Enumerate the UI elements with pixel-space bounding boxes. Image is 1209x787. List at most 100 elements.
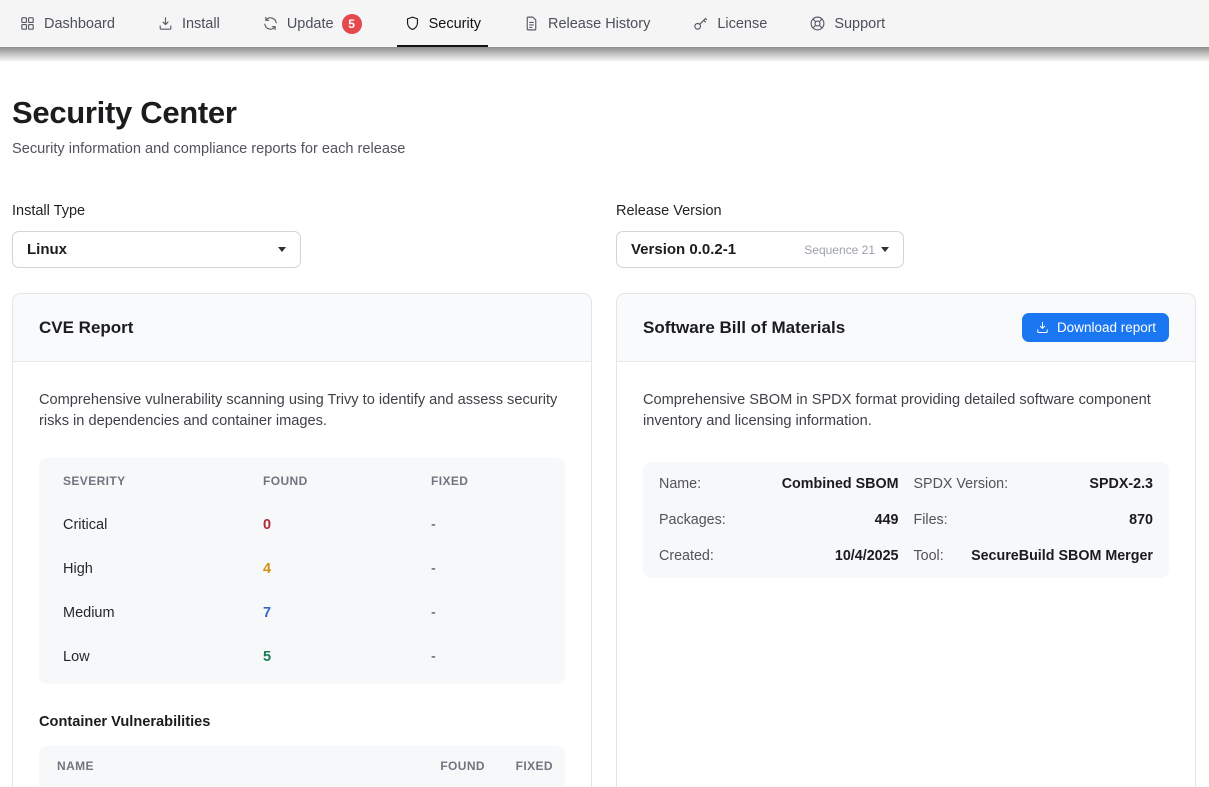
severity-label: Critical: [63, 517, 263, 533]
cve-description: Comprehensive vulnerability scanning usi…: [39, 390, 565, 432]
release-version-label: Release Version: [616, 203, 1196, 219]
sbom-description: Comprehensive SBOM in SPDX format provid…: [643, 390, 1169, 432]
page-subtitle: Security information and compliance repo…: [12, 141, 1196, 157]
severity-label: Low: [63, 649, 263, 665]
sequence-label: Sequence 21: [804, 243, 875, 257]
sbom-card-body: Comprehensive SBOM in SPDX format provid…: [617, 362, 1195, 604]
fixed-col-header: FIXED: [431, 474, 541, 488]
severity-table-header: SEVERITY FOUND FIXED: [63, 459, 541, 503]
chevron-down-icon: [881, 247, 889, 252]
chevron-down-icon: [278, 247, 286, 252]
fixed-count: -: [431, 605, 541, 621]
nav-item-support[interactable]: Support: [802, 0, 892, 47]
fixed-count: -: [431, 517, 541, 533]
severity-col-header: SEVERITY: [63, 474, 263, 488]
install-type-label: Install Type: [12, 203, 592, 219]
detail-label: Packages:: [659, 512, 726, 528]
sbom-detail: Created: 10/4/2025: [659, 538, 899, 574]
detail-value: 10/4/2025: [835, 548, 899, 564]
sbom-details-panel: Name: Combined SBOM SPDX Version: SPDX-2…: [643, 462, 1169, 578]
fixed-col-header: FIXED: [485, 759, 553, 773]
sbom-detail: SPDX Version: SPDX-2.3: [914, 466, 1154, 502]
release-version-dropdown[interactable]: Version 0.0.2-1 Sequence 21: [616, 231, 904, 268]
install-type-value: Linux: [27, 241, 67, 258]
table-row: Packages: 449 Files: 870: [659, 502, 1153, 538]
detail-label: Files:: [914, 512, 948, 528]
detail-value: 870: [1129, 512, 1153, 528]
shield-icon: [404, 15, 421, 32]
table-row: Low 5 -: [63, 635, 541, 679]
nav-label: Release History: [548, 16, 650, 32]
severity-label: High: [63, 561, 263, 577]
cve-card-body: Comprehensive vulnerability scanning usi…: [13, 362, 591, 787]
detail-value: SecureBuild SBOM Merger: [971, 548, 1153, 564]
sbom-detail: Name: Combined SBOM: [659, 466, 899, 502]
main-content: Security Center Security information and…: [0, 95, 1209, 787]
update-count-badge: 5: [342, 14, 362, 34]
install-type-dropdown[interactable]: Linux: [12, 231, 301, 268]
container-vulnerabilities-header: NAME FOUND FIXED: [39, 746, 565, 786]
found-count: 5: [263, 649, 431, 665]
container-vulnerabilities-title: Container Vulnerabilities: [39, 714, 565, 730]
release-version-value: Version 0.0.2-1: [631, 241, 736, 258]
cve-report-card: CVE Report Comprehensive vulnerability s…: [12, 293, 592, 787]
nav-item-install[interactable]: Install: [150, 0, 227, 47]
fixed-count: -: [431, 561, 541, 577]
dashboard-grid-icon: [19, 15, 36, 32]
nav-item-license[interactable]: License: [685, 0, 774, 47]
sbom-card-header: Software Bill of Materials Download repo…: [617, 294, 1195, 362]
detail-value: SPDX-2.3: [1089, 476, 1153, 492]
lifebuoy-icon: [809, 15, 826, 32]
cve-card-title: CVE Report: [39, 318, 133, 338]
detail-label: Tool:: [914, 548, 944, 564]
found-count: 0: [263, 517, 431, 533]
severity-label: Medium: [63, 605, 263, 621]
nav-item-security[interactable]: Security: [397, 0, 488, 47]
refresh-icon: [262, 15, 279, 32]
sbom-card-title: Software Bill of Materials: [643, 318, 845, 338]
table-row: Critical 0 -: [63, 503, 541, 547]
download-report-label: Download report: [1057, 320, 1156, 335]
found-count: 7: [263, 605, 431, 621]
severity-table: SEVERITY FOUND FIXED Critical 0 - High 4…: [39, 458, 565, 684]
download-report-button[interactable]: Download report: [1022, 313, 1169, 342]
found-col-header: FOUND: [263, 474, 431, 488]
found-col-header: FOUND: [425, 759, 485, 773]
detail-label: Name:: [659, 476, 701, 492]
nav-label: Install: [182, 16, 220, 32]
filters-row: Install Type Linux Release Version Versi…: [12, 203, 1196, 268]
found-count: 4: [263, 561, 431, 577]
nav-label: License: [717, 16, 767, 32]
detail-value: 449: [875, 512, 899, 528]
detail-label: Created:: [659, 548, 714, 564]
fixed-count: -: [431, 649, 541, 665]
nav-label: Security: [429, 16, 481, 32]
cards-row: CVE Report Comprehensive vulnerability s…: [12, 293, 1196, 787]
name-col-header: NAME: [57, 759, 425, 773]
nav-label: Update: [287, 16, 334, 32]
sbom-detail: Packages: 449: [659, 502, 899, 538]
top-navigation: Dashboard Install Update 5 Security Rele…: [0, 0, 1209, 47]
sequence-group: Sequence 21: [804, 243, 889, 257]
nav-item-dashboard[interactable]: Dashboard: [12, 0, 122, 47]
table-row: Created: 10/4/2025 Tool: SecureBuild SBO…: [659, 538, 1153, 574]
table-row: High 4 -: [63, 547, 541, 591]
download-icon: [157, 15, 174, 32]
table-row: Name: Combined SBOM SPDX Version: SPDX-2…: [659, 466, 1153, 502]
nav-label: Dashboard: [44, 16, 115, 32]
detail-label: SPDX Version:: [914, 476, 1009, 492]
nav-item-update[interactable]: Update 5: [255, 0, 369, 47]
sbom-detail: Tool: SecureBuild SBOM Merger: [914, 538, 1154, 574]
download-icon: [1035, 320, 1050, 335]
table-row: Medium 7 -: [63, 591, 541, 635]
release-version-filter: Release Version Version 0.0.2-1 Sequence…: [616, 203, 1196, 268]
nav-label: Support: [834, 16, 885, 32]
document-icon: [523, 15, 540, 32]
key-icon: [692, 15, 709, 32]
nav-item-release-history[interactable]: Release History: [516, 0, 657, 47]
sbom-card: Software Bill of Materials Download repo…: [616, 293, 1196, 787]
detail-value: Combined SBOM: [782, 476, 899, 492]
page-title: Security Center: [12, 95, 1196, 131]
nav-bottom-shadow: [0, 47, 1209, 62]
cve-card-header: CVE Report: [13, 294, 591, 362]
